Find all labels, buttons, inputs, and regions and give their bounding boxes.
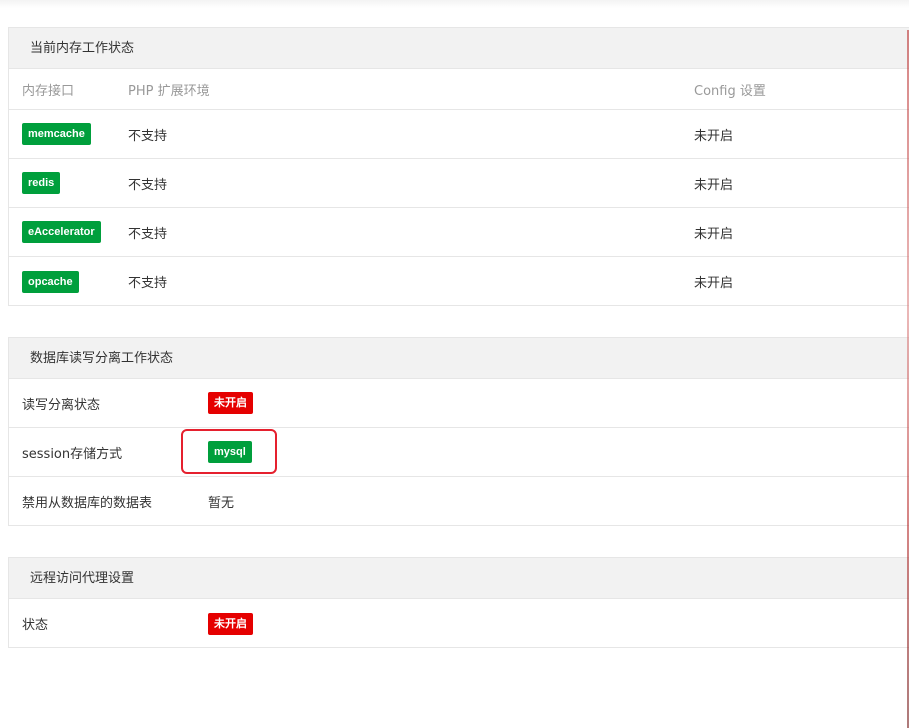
config-value: 未开启 xyxy=(694,226,734,242)
column-header-php: PHP 扩展环境 xyxy=(128,83,210,99)
php-support-value: 不支持 xyxy=(128,276,168,291)
table-row: opcache 不支持 未开启 xyxy=(9,257,909,306)
php-support-value: 不支持 xyxy=(128,177,168,193)
page-top-shade xyxy=(0,0,909,8)
disabled-tables-value: 暂无 xyxy=(208,496,235,511)
table-row: 禁用从数据库的数据表 暂无 xyxy=(9,477,909,526)
table-row: session存储方式 mysql xyxy=(9,428,909,477)
rw-separation-label: 读写分离状态 xyxy=(22,397,101,413)
memcache-badge: memcache xyxy=(22,123,91,145)
table-header-row: 内存接口 PHP 扩展环境 Config 设置 xyxy=(9,69,909,110)
table-row: 状态 未开启 xyxy=(9,599,909,648)
panel-title: 数据库读写分离工作状态 xyxy=(9,338,909,379)
column-header-interface: 内存接口 xyxy=(22,83,75,99)
database-status-panel: 数据库读写分离工作状态 读写分离状态 未开启 session存储方式 mysql… xyxy=(8,337,909,526)
table-row: redis 不支持 未开启 xyxy=(9,159,909,208)
column-header-config: Config 设置 xyxy=(694,83,766,99)
table-row: memcache 不支持 未开启 xyxy=(9,110,909,159)
proxy-status-badge: 未开启 xyxy=(208,612,253,635)
redis-badge: redis xyxy=(22,172,61,194)
php-support-value: 不支持 xyxy=(128,226,168,242)
config-value: 未开启 xyxy=(694,177,734,193)
memory-status-panel: 当前内存工作状态 内存接口 PHP 扩展环境 Config 设置 memcach… xyxy=(8,27,909,306)
disabled-tables-label: 禁用从数据库的数据表 xyxy=(22,496,153,511)
rw-separation-status-badge: 未开启 xyxy=(208,392,253,414)
session-storage-badge: mysql xyxy=(208,441,252,463)
table-row: eAccelerator 不支持 未开启 xyxy=(9,208,909,257)
eaccelerator-badge: eAccelerator xyxy=(22,221,101,243)
panel-title: 远程访问代理设置 xyxy=(9,558,909,599)
proxy-status-label: 状态 xyxy=(22,618,49,633)
php-support-value: 不支持 xyxy=(128,128,168,144)
opcache-badge: opcache xyxy=(22,270,79,293)
config-value: 未开启 xyxy=(694,276,734,291)
config-value: 未开启 xyxy=(694,128,734,144)
table-row: 读写分离状态 未开启 xyxy=(9,379,909,428)
session-storage-label: session存储方式 xyxy=(22,446,123,462)
panel-title: 当前内存工作状态 xyxy=(9,28,909,69)
proxy-settings-panel: 远程访问代理设置 状态 未开启 xyxy=(8,557,909,648)
